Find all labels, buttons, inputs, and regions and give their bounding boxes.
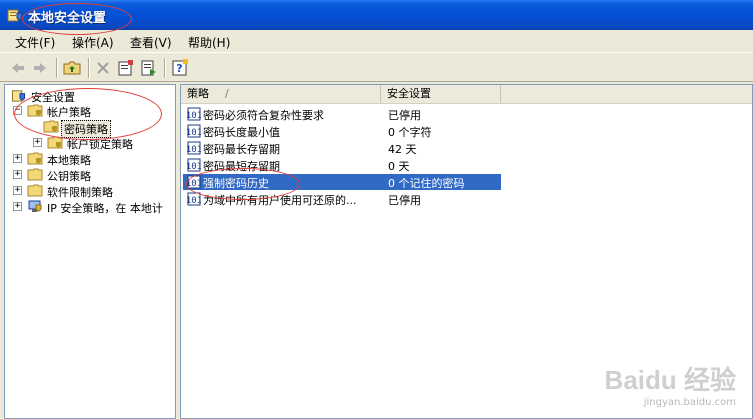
ip-security-icon	[28, 200, 42, 212]
svg-text:101: 101	[187, 145, 201, 155]
policy-list: 策略 / 安全设置 101 密码必须符合复杂性要求 已停用 101 密码长度最小…	[180, 84, 753, 419]
expand-icon[interactable]: +	[33, 138, 42, 147]
tree-item-account-lockout-policy[interactable]: + 帐户锁定策略	[33, 135, 173, 151]
svg-text:?: ?	[176, 62, 182, 75]
console-tree: 安全设置 − 帐户策略 密码策略 + 帐户锁定策略 + 本地策略 + 公钥策略 …	[4, 84, 176, 419]
policy-setting: 0 个字符	[388, 126, 432, 139]
tree-label: 帐户策略	[47, 106, 91, 119]
policy-icon: 101	[187, 141, 201, 155]
svg-text:101: 101	[187, 128, 201, 138]
tree-item-ip-security[interactable]: + IP 安全策略，在 本地计	[13, 199, 175, 215]
policy-setting: 42 天	[388, 143, 417, 156]
policy-icon: 101	[187, 192, 201, 206]
policy-icon: 101	[187, 175, 201, 189]
policy-icon: 101	[187, 124, 201, 138]
policy-name: 密码最长存留期	[203, 143, 280, 156]
tree-item-password-policy[interactable]: 密码策略	[43, 119, 173, 138]
policy-setting: 0 天	[388, 160, 410, 173]
tree-label: 帐户锁定策略	[67, 138, 133, 151]
tree-label: IP 安全策略，在 本地计	[47, 202, 163, 215]
window-title: 本地安全设置	[28, 11, 107, 26]
collapse-icon[interactable]: −	[13, 106, 22, 115]
forward-icon[interactable]	[30, 58, 50, 78]
toolbar: ?	[0, 52, 753, 82]
folder-icon	[27, 168, 43, 181]
menu-bar: 文件(F) 操作(A) 查看(V) 帮助(H)	[0, 30, 753, 52]
list-item[interactable]: 101 为域中所有用户使用可还原的... 已停用	[183, 191, 501, 207]
tree-label: 软件限制策略	[47, 186, 113, 199]
tree-item-software-restriction[interactable]: + 软件限制策略	[13, 183, 173, 199]
folder-icon	[27, 152, 43, 165]
folder-icon	[27, 184, 43, 197]
local-security-icon	[11, 90, 26, 102]
tree-item-root[interactable]: 安全设置	[11, 88, 171, 104]
toolbar-separator	[88, 58, 90, 78]
title-bar: 本地安全设置	[0, 0, 753, 30]
watermark-logo: Baidu 经验	[604, 365, 736, 395]
export-list-icon[interactable]	[139, 58, 159, 78]
tree-item-account-policy[interactable]: − 帐户策略	[13, 103, 173, 119]
list-item[interactable]: 101 密码长度最小值 0 个字符	[183, 123, 501, 139]
policy-name: 强制密码历史	[203, 177, 269, 190]
folder-open-icon	[27, 104, 43, 117]
expand-icon[interactable]: +	[13, 170, 22, 179]
menu-action[interactable]: 操作(A)	[72, 34, 114, 51]
back-icon[interactable]	[8, 58, 28, 78]
list-item[interactable]: 101 密码必须符合复杂性要求 已停用	[183, 106, 501, 122]
policy-setting: 已停用	[388, 109, 421, 122]
policy-name: 密码必须符合复杂性要求	[203, 109, 324, 122]
policy-name: 为域中所有用户使用可还原的...	[203, 194, 357, 207]
policy-name: 密码长度最小值	[203, 126, 280, 139]
policy-name: 密码最短存留期	[203, 160, 280, 173]
tree-item-local-policy[interactable]: + 本地策略	[13, 151, 173, 167]
tree-item-public-key-policy[interactable]: + 公钥策略	[13, 167, 173, 183]
policy-icon: 101	[187, 107, 201, 121]
toolbar-separator	[164, 58, 166, 78]
list-item[interactable]: 101 密码最长存留期 42 天	[183, 140, 501, 156]
svg-text:101: 101	[187, 196, 201, 206]
list-item[interactable]: 101 密码最短存留期 0 天	[183, 157, 501, 173]
folder-icon	[43, 120, 59, 133]
tree-label: 公钥策略	[47, 170, 91, 183]
expand-icon[interactable]: +	[13, 186, 22, 195]
menu-help[interactable]: 帮助(H)	[188, 34, 230, 51]
folder-icon	[47, 136, 63, 149]
up-one-level-icon[interactable]	[62, 58, 82, 78]
menu-view[interactable]: 查看(V)	[130, 34, 172, 51]
svg-text:101: 101	[187, 179, 201, 189]
policy-setting: 已停用	[388, 194, 421, 207]
expand-icon[interactable]: +	[13, 154, 22, 163]
menu-file[interactable]: 文件(F)	[15, 34, 55, 51]
help-icon[interactable]: ?	[170, 58, 190, 78]
expand-icon[interactable]: +	[13, 202, 22, 211]
list-item-selected[interactable]: 101 强制密码历史 0 个记住的密码	[183, 174, 501, 190]
tree-label: 本地策略	[47, 154, 91, 167]
policy-setting: 0 个记住的密码	[388, 177, 465, 190]
policy-icon: 101	[187, 158, 201, 172]
watermark-url: jingyan.baidu.com	[643, 397, 736, 408]
toolbar-separator	[56, 58, 58, 78]
svg-text:101: 101	[187, 162, 201, 172]
svg-text:101: 101	[187, 111, 201, 121]
properties-icon[interactable]	[116, 58, 136, 78]
column-header-policy[interactable]: 策略 /	[181, 85, 381, 103]
delete-icon[interactable]	[93, 58, 113, 78]
column-header-setting[interactable]: 安全设置	[381, 85, 501, 103]
baidu-watermark: Baidu 经验 jingyan.baidu.com	[605, 360, 736, 408]
list-header: 策略 / 安全设置	[181, 85, 752, 104]
local-security-icon	[7, 9, 23, 22]
sort-indicator: /	[225, 87, 229, 100]
